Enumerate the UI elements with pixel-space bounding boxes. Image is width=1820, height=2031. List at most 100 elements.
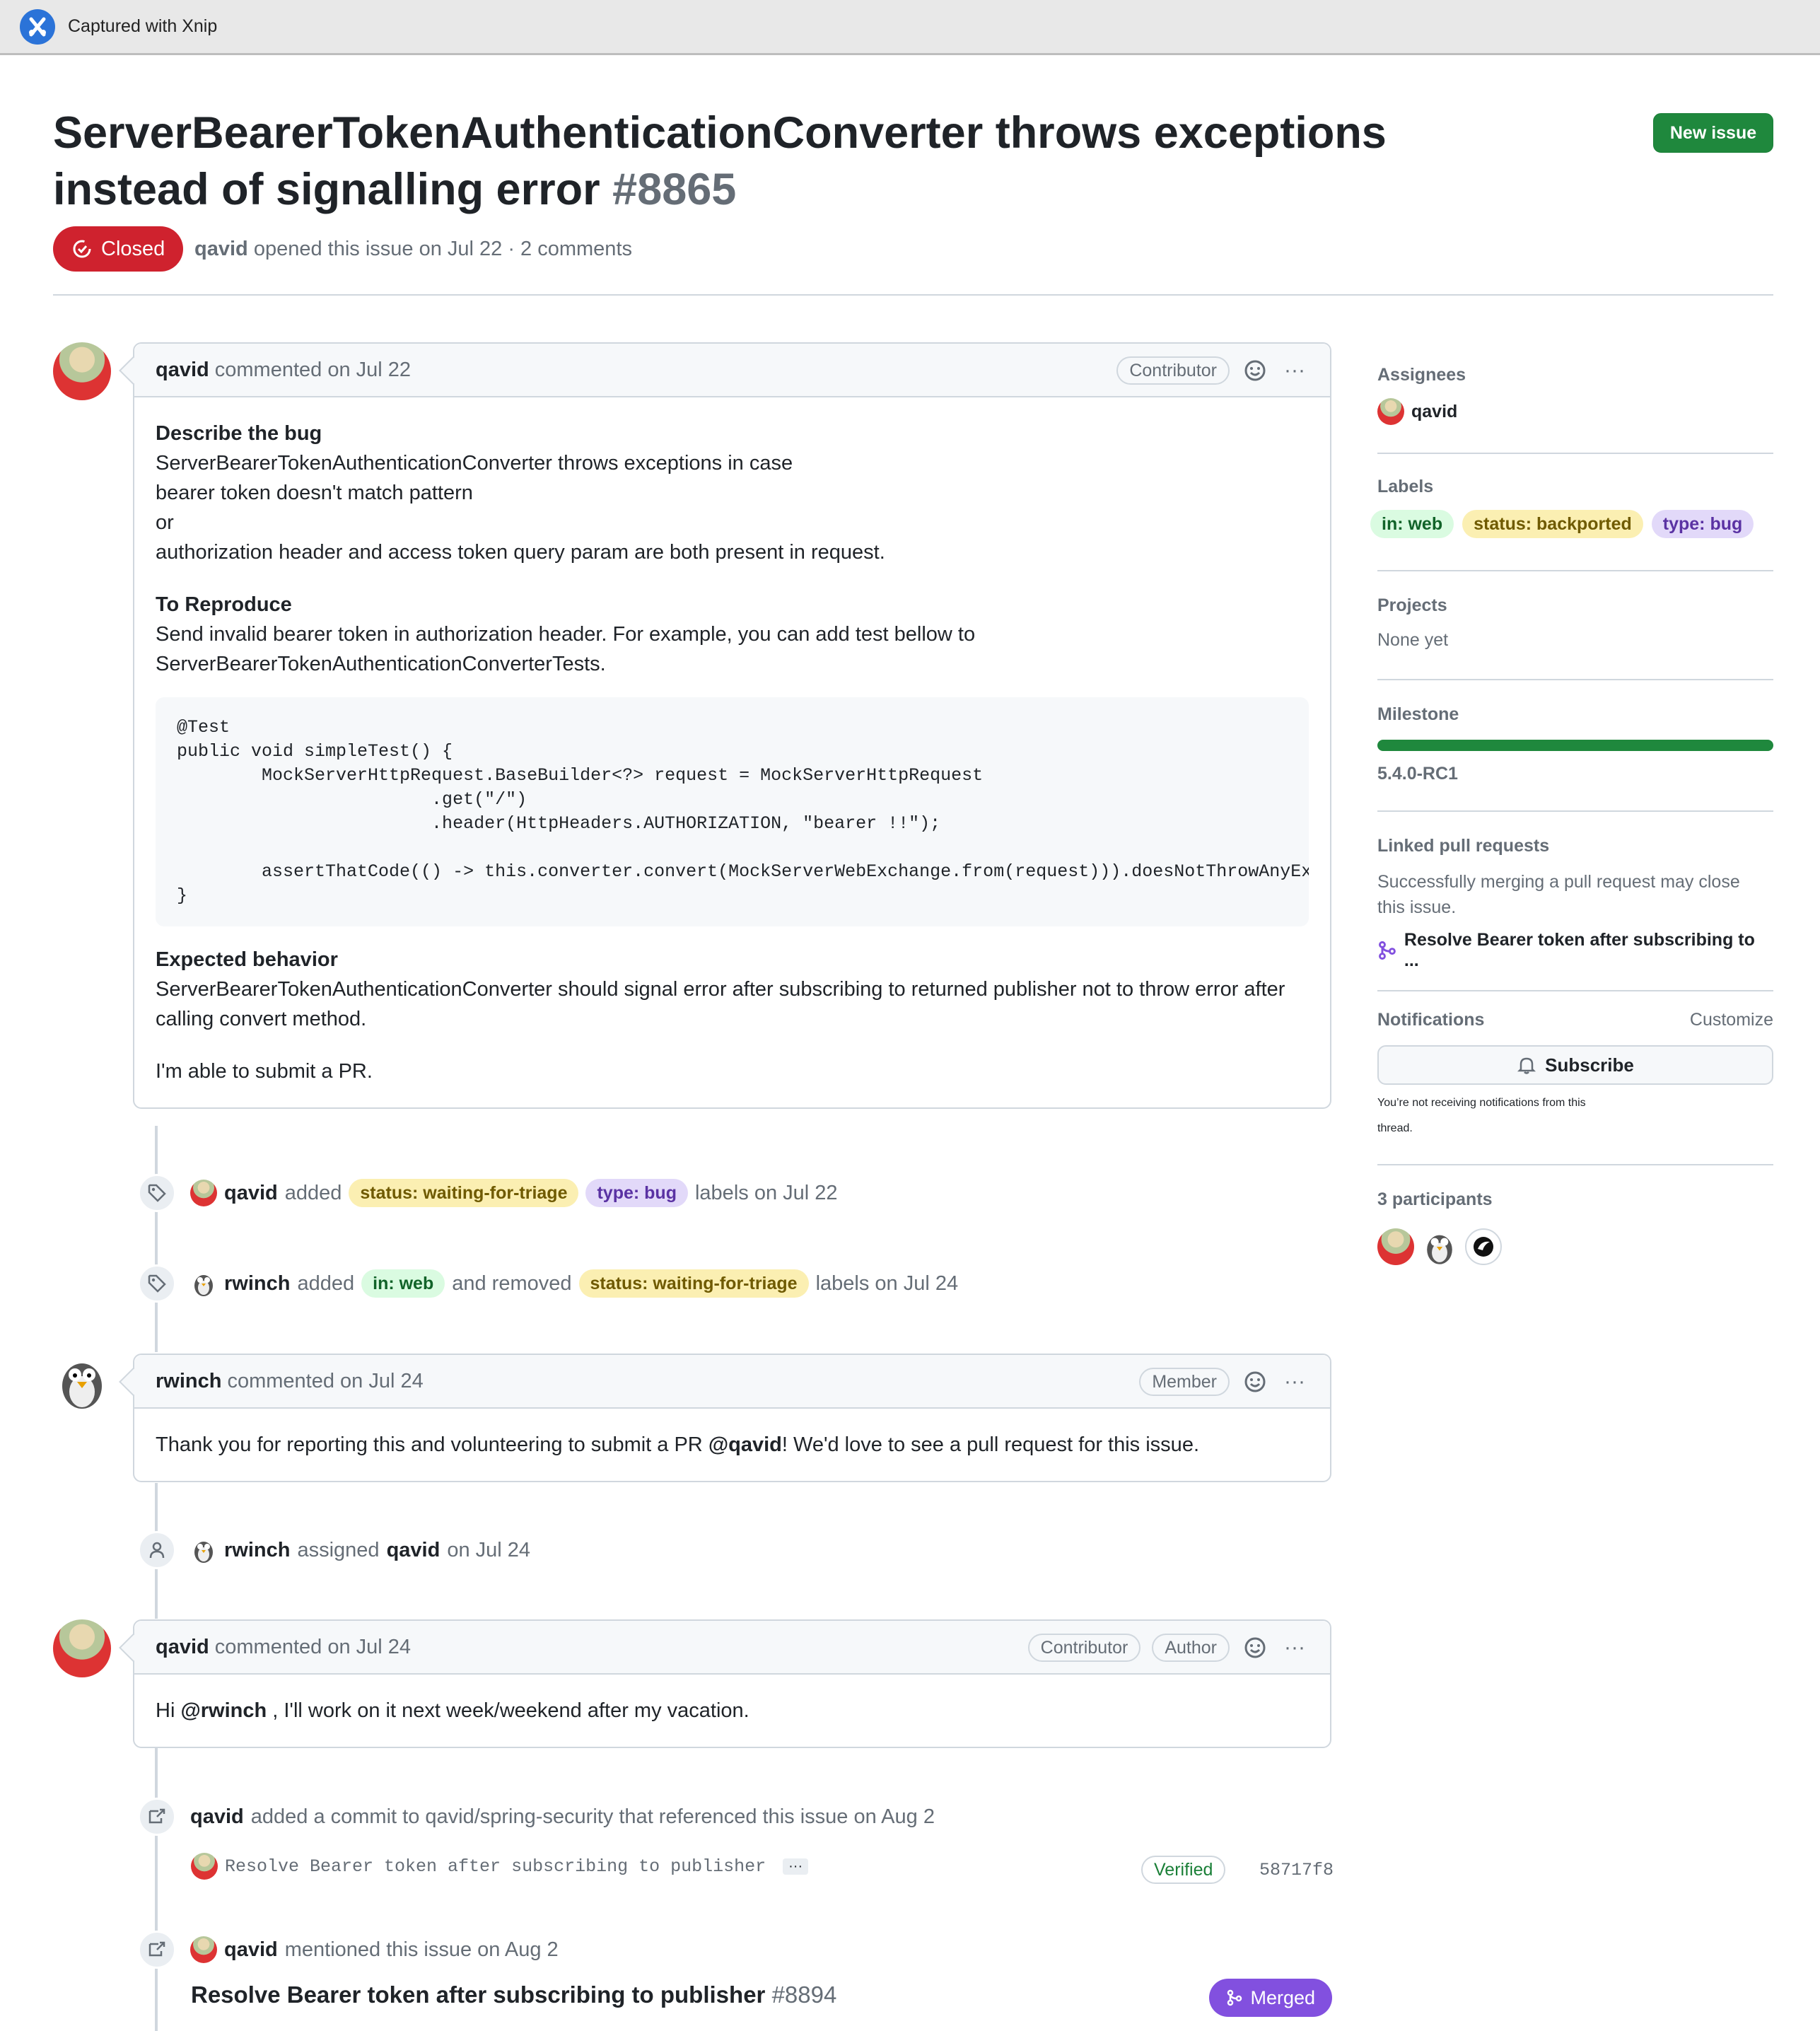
paragraph-line: ServerBearerTokenAuthenticationConverter… (156, 452, 793, 475)
section-heading: To Reproduce (156, 593, 292, 616)
label-type-bug[interactable]: type: bug (1651, 510, 1754, 538)
sidebar-divider (1377, 990, 1773, 991)
pr-reference-title-text[interactable]: Resolve Bearer token after subscribing t… (191, 1981, 765, 2008)
label-status-backported[interactable]: status: backported (1462, 510, 1643, 538)
emoji-reaction-icon[interactable] (1241, 356, 1269, 385)
section-heading: Describe the bug (156, 422, 322, 445)
label-in-web[interactable]: in: web (361, 1269, 445, 1298)
event-actor[interactable]: rwinch (224, 1539, 290, 1562)
sidebar-divider (1377, 1164, 1773, 1165)
participant-avatar-rwinch[interactable] (1421, 1228, 1458, 1265)
header-divider (53, 294, 1773, 296)
paragraph-line: bearer token doesn't match pattern (156, 482, 473, 504)
kebab-menu-icon[interactable]: ··· (1281, 356, 1309, 385)
sidebar-heading[interactable]: Projects (1377, 595, 1773, 616)
timeline-event-commit-reference: qavid added a commit to qavid/spring-sec… (138, 1798, 935, 1836)
closed-issue-icon (73, 240, 91, 258)
event-verb: added (297, 1271, 355, 1295)
avatar-rwinch[interactable] (190, 1537, 217, 1564)
comment-timestamp[interactable]: commented on Jul 22 (215, 359, 411, 382)
comment-author[interactable]: rwinch (156, 1370, 221, 1393)
tag-icon (138, 1264, 176, 1303)
avatar-qavid[interactable] (190, 1936, 217, 1963)
assignee-name[interactable]: qavid (1411, 402, 1457, 422)
avatar-qavid[interactable] (190, 1180, 217, 1206)
event-actor[interactable]: qavid (224, 1182, 278, 1205)
participant-avatar-bot[interactable] (1465, 1228, 1502, 1265)
commit-message[interactable]: Resolve Bearer token after subscribing t… (225, 1856, 766, 1877)
avatar-qavid[interactable] (1377, 398, 1404, 425)
avatar-rwinch[interactable] (190, 1270, 217, 1297)
avatar-qavid[interactable] (53, 1619, 111, 1677)
comment-author[interactable]: qavid (156, 1636, 209, 1659)
comment-timestamp[interactable]: commented on Jul 24 (215, 1636, 411, 1659)
kebab-menu-icon[interactable]: ··· (1281, 1368, 1309, 1396)
sidebar-heading[interactable]: Labels (1377, 477, 1773, 497)
emoji-reaction-icon[interactable] (1241, 1634, 1269, 1662)
comment-body: Describe the bug ServerBearerTokenAuthen… (134, 397, 1330, 1107)
sidebar-heading[interactable]: Milestone (1377, 704, 1773, 725)
milestone-name-wrap: 5.4.0-RC1 (1377, 764, 1773, 784)
author-badge: Author (1152, 1634, 1230, 1662)
section-heading: Expected behavior (156, 948, 338, 971)
event-target[interactable]: qavid (387, 1539, 441, 1562)
timeline-event-labels-changed: rwinch added in: web and removed status:… (138, 1264, 958, 1303)
pr-number[interactable]: #8894 (772, 1981, 837, 2008)
event-tail: labels on Jul 24 (815, 1271, 959, 1295)
participants-list (1377, 1228, 1773, 1265)
subscribe-button[interactable]: Subscribe (1377, 1045, 1773, 1085)
avatar-rwinch[interactable] (53, 1354, 111, 1412)
comment-header: qavid commented on Jul 24 Contributor Au… (134, 1621, 1330, 1675)
emoji-reaction-icon[interactable] (1241, 1368, 1269, 1396)
notifications-desc: You’re not receiving notifications from … (1377, 1090, 1773, 1141)
sidebar-heading[interactable]: Assignees (1377, 365, 1773, 385)
customize-link[interactable]: Customize (1690, 1010, 1773, 1030)
participant-avatar-qavid[interactable] (1377, 1228, 1414, 1265)
event-actor[interactable]: qavid (190, 1805, 244, 1829)
label-type-bug[interactable]: type: bug (585, 1179, 688, 1207)
label-waiting-for-triage[interactable]: status: waiting-for-triage (578, 1269, 809, 1298)
commit-sha[interactable]: 58717f8 (1259, 1860, 1334, 1880)
git-merge-icon (1227, 1989, 1242, 2006)
issue-meta-author[interactable]: qavid (194, 238, 248, 260)
paragraph-line: ServerBearerTokenAuthenticationConverter… (156, 978, 1285, 1001)
paragraph-line: authorization header and access token qu… (156, 541, 885, 564)
label-in-web[interactable]: in: web (1370, 510, 1454, 538)
cross-reference-icon (138, 1931, 176, 1969)
notifications-desc-line: You’re not receiving notifications from … (1377, 1097, 1586, 1109)
event-tail: labels on Jul 22 (694, 1181, 838, 1204)
linked-pr-title[interactable]: Resolve Bearer token after subscribing t… (1404, 930, 1773, 971)
comment-author[interactable]: qavid (156, 359, 209, 382)
issue-title: ServerBearerTokenAuthenticationConverter… (53, 105, 1467, 218)
cross-reference-icon (138, 1798, 176, 1836)
event-text: mentioned this issue on Aug 2 (284, 1938, 559, 1961)
comment-text: , I'll work on it next week/weekend afte… (272, 1699, 749, 1722)
comment-text: ! We'd love to see a pull request for th… (781, 1433, 1199, 1456)
comment-2: rwinch commented on Jul 24 Member ··· Th… (119, 1354, 1331, 1482)
commit-expand-ellipsis[interactable]: ··· (783, 1858, 809, 1875)
sidebar-divider (1377, 570, 1773, 571)
git-merge-icon (1379, 941, 1396, 960)
event-actor[interactable]: qavid (224, 1938, 278, 1962)
label-waiting-for-triage[interactable]: status: waiting-for-triage (349, 1179, 579, 1207)
verified-badge[interactable]: Verified (1141, 1856, 1226, 1884)
avatar-qavid[interactable] (191, 1853, 218, 1880)
issue-state-label: Closed (101, 237, 165, 260)
avatar-qavid[interactable] (53, 342, 111, 400)
pr-reference-title[interactable]: Resolve Bearer token after subscribing t… (191, 1981, 836, 2008)
kebab-menu-icon[interactable]: ··· (1281, 1634, 1309, 1662)
issue-meta-text: opened this issue on Jul 22 · 2 comments (253, 238, 632, 260)
linked-pr-item[interactable]: Resolve Bearer token after subscribing t… (1377, 930, 1773, 971)
user-mention[interactable]: @rwinch (180, 1699, 267, 1722)
milestone-name[interactable]: 5.4.0-RC1 (1377, 764, 1458, 784)
event-mid: and removed (452, 1271, 572, 1295)
new-issue-button[interactable]: New issue (1653, 113, 1773, 153)
user-mention[interactable]: @qavid (708, 1433, 782, 1456)
comment-timestamp[interactable]: commented on Jul 24 (227, 1370, 423, 1393)
timeline-line (155, 1126, 158, 1352)
code-block: @Test public void simpleTest() { MockSer… (156, 697, 1309, 926)
assignee-item[interactable]: qavid (1377, 398, 1773, 425)
event-actor[interactable]: rwinch (224, 1272, 290, 1296)
commit-row: Resolve Bearer token after subscribing t… (191, 1853, 809, 1880)
comment-text: Thank you for reporting this and volunte… (156, 1433, 703, 1456)
